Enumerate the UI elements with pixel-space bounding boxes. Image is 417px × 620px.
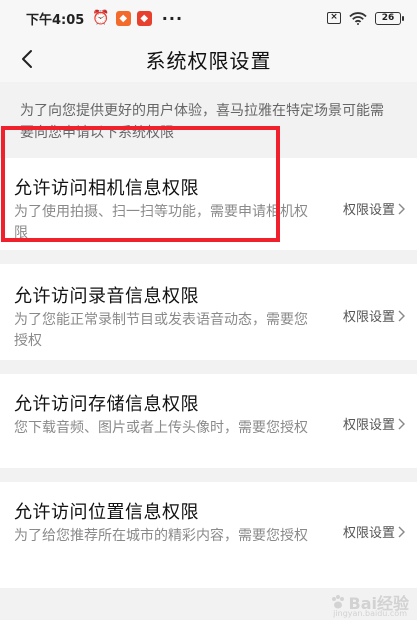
app-notification-icon: ◆: [136, 10, 152, 26]
alarm-icon: ⏰: [92, 10, 110, 26]
permission-title: 允许访问存储信息权限: [14, 394, 199, 415]
permission-card-camera: 允许访问相机信息权限 为了使用拍摄、扫一扫等功能，需要申请相机权限 权限设置: [0, 158, 417, 250]
page-title: 系统权限设置: [145, 48, 272, 73]
permission-settings-link[interactable]: 权限设置: [343, 522, 405, 541]
permission-desc: 为了给您推荐所在城市的精彩内容，需要您授权: [14, 528, 308, 544]
status-icons-left: ⏰ ◆ ◆ ···: [92, 9, 183, 28]
back-button[interactable]: [12, 42, 42, 76]
battery-icon: 26: [375, 11, 404, 25]
permission-title: 允许访问位置信息权限: [14, 502, 199, 523]
chevron-left-icon: [22, 50, 32, 68]
chevron-right-icon: [398, 418, 405, 429]
permission-settings-label: 权限设置: [342, 310, 395, 325]
permission-title: 允许访问相机信息权限: [14, 178, 199, 199]
permission-card-location: 允许访问位置信息权限 为了给您推荐所在城市的精彩内容，需要您授权 权限设置: [0, 482, 417, 588]
permission-settings-link[interactable]: 权限设置: [343, 414, 405, 433]
permission-card-storage: 允许访问存储信息权限 您下载音频、图片或者上传头像时，需要您授权 权限设置: [0, 374, 417, 468]
permission-title: 允许访问录音信息权限: [14, 286, 199, 307]
status-time: 下午4:05: [26, 12, 85, 28]
permission-desc: 为了您能正常录制节目或发表语音动态，需要您授权: [14, 312, 308, 349]
paw-icon: [331, 595, 344, 609]
permission-desc: 您下载音频、图片或者上传头像时，需要您授权: [14, 420, 308, 436]
permission-settings-link[interactable]: 权限设置: [343, 306, 405, 325]
permission-settings-label: 权限设置: [342, 418, 395, 433]
watermark-subtext: jingyan.baidu.com: [333, 609, 407, 618]
sim-off-icon: ×: [327, 12, 341, 24]
status-icons-right: × 26: [327, 11, 404, 25]
chevron-right-icon: [398, 526, 405, 537]
more-notifications-icon: ···: [161, 8, 184, 28]
permission-settings-label: 权限设置: [342, 203, 395, 218]
permission-desc: 为了使用拍摄、扫一扫等功能，需要申请相机权限: [14, 204, 308, 241]
permission-settings-link[interactable]: 权限设置: [343, 199, 405, 218]
wifi-icon: [349, 11, 367, 25]
permission-card-audio: 允许访问录音信息权限 为了您能正常录制节目或发表语音动态，需要您授权 权限设置: [0, 264, 417, 360]
chevron-right-icon: [398, 310, 405, 321]
intro-text: 为了向您提供更好的用户体验，喜马拉雅在特定场景可能需要向您申请以下系统权限: [20, 103, 384, 141]
app-notification-icon: ◆: [115, 10, 131, 26]
chevron-right-icon: [398, 203, 405, 214]
status-bar: 下午4:05 ⏰ ◆ ◆ ··· × 26: [0, 0, 417, 36]
nav-bar: 系统权限设置: [0, 36, 417, 82]
permission-settings-label: 权限设置: [342, 526, 395, 541]
